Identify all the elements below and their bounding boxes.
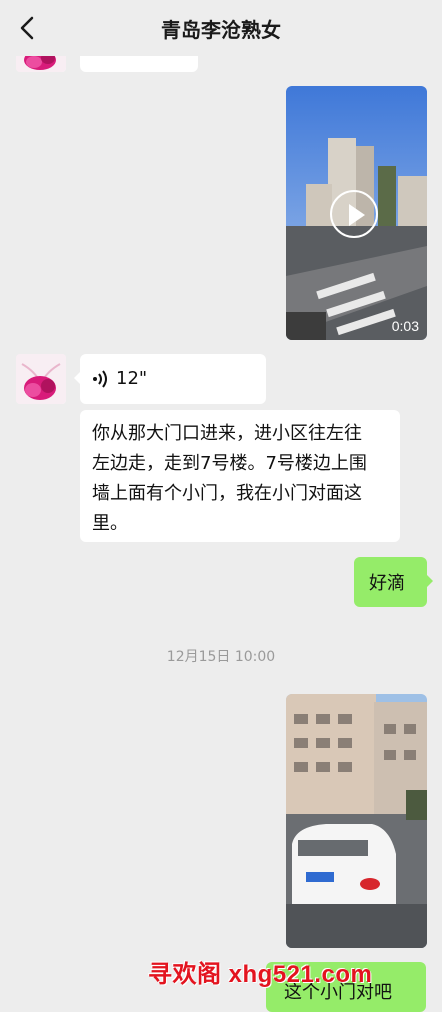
sent-video-thumbnail[interactable]: 0:03 — [286, 86, 427, 340]
chat-header: 青岛李沧熟女 — [0, 0, 442, 56]
site-watermark: 寻欢阁 xhg521.com — [148, 961, 373, 988]
video-frame-image — [286, 694, 427, 948]
chat-title: 青岛李沧熟女 — [161, 18, 281, 42]
text-line: 左边走，走到7号楼。7号楼边上围 — [92, 453, 367, 474]
voice-message-bubble[interactable]: 12" — [74, 354, 266, 404]
voice-wave-icon — [92, 370, 108, 392]
voice-duration: 12" — [116, 368, 148, 389]
text-message: 你从那大门口进来，进小区往左往 左边走，走到7号楼。7号楼边上围 墙上面有个小门… — [92, 419, 392, 539]
text-line: 墙上面有个小门，我在小门对面这 — [92, 483, 362, 504]
text-line: 里。 — [92, 513, 128, 534]
chat-timestamp: 12月15日 10:00 — [166, 649, 276, 665]
sent-text: 好滴 — [369, 573, 405, 594]
video-duration: 0:03 — [391, 318, 419, 334]
contact-avatar[interactable] — [16, 354, 66, 404]
text-line: 你从那大门口进来，进小区往左往 — [92, 423, 362, 444]
sent-video-thumbnail[interactable] — [286, 694, 427, 948]
play-icon[interactable] — [330, 190, 378, 238]
text-message-bubble[interactable]: 你从那大门口进来，进小区往左往 左边走，走到7号楼。7号楼边上围 墙上面有个小门… — [80, 410, 400, 542]
sent-text-bubble[interactable]: 好滴 — [354, 557, 433, 607]
